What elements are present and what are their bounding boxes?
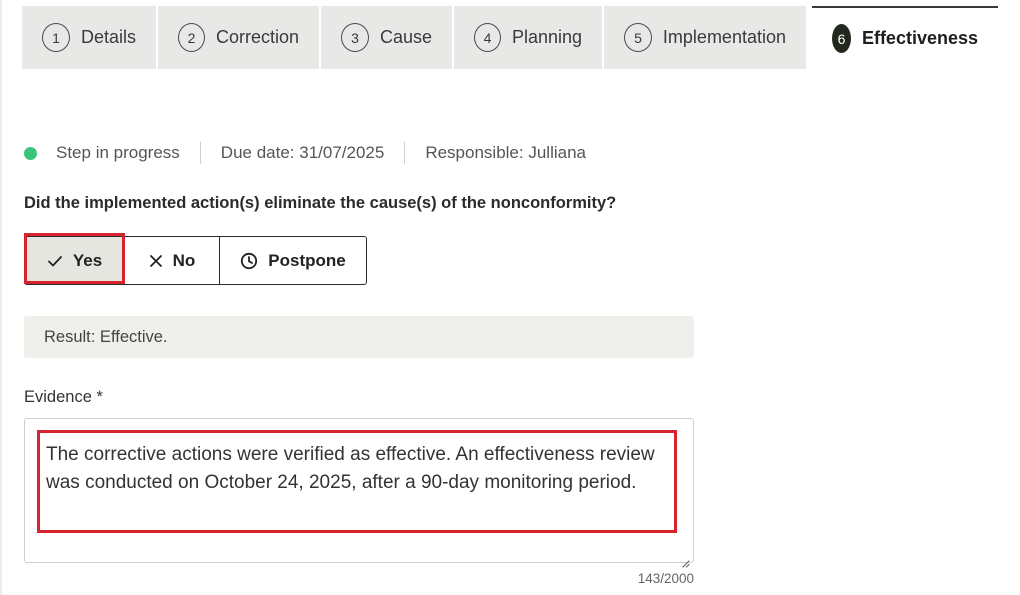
divider [199, 142, 201, 164]
step-label: Correction [215, 27, 299, 47]
step-label: Cause [379, 27, 432, 47]
evidence-label: Evidence * [24, 388, 103, 406]
yes-button[interactable]: Yes [24, 236, 125, 285]
resize-handle-icon[interactable] [680, 549, 690, 568]
tab-effectiveness[interactable]: 6 Effectiveness [812, 6, 998, 69]
step-label: Details [80, 27, 136, 47]
step-label: Planning [511, 27, 582, 47]
close-icon [149, 254, 163, 268]
step-number: 4 [474, 23, 501, 52]
step-number: 6 [832, 24, 851, 53]
result-text: Result: Effective. [44, 327, 168, 346]
tab-correction[interactable]: 2 Correction [158, 6, 319, 69]
step-number: 3 [341, 23, 369, 52]
responsible: Responsible: Julliana [425, 143, 586, 162]
character-counter: 143/2000 [637, 571, 694, 586]
postpone-button[interactable]: Postpone [219, 236, 367, 285]
status-dot-icon [24, 146, 37, 160]
due-date: Due date: 31/07/2025 [220, 143, 385, 162]
step-number: 1 [42, 23, 70, 52]
tab-planning[interactable]: 4 Planning [454, 6, 602, 69]
tab-cause[interactable]: 3 Cause [321, 6, 452, 69]
clock-icon [240, 252, 258, 270]
yes-label: Yes [72, 250, 103, 270]
result-banner: Result: Effective. [24, 316, 694, 358]
tab-implementation[interactable]: 5 Implementation [604, 6, 806, 69]
step-label: Effectiveness [861, 28, 978, 48]
effectiveness-page: 1 Details 2 Correction 3 Cause 4 Plannin… [0, 0, 1020, 595]
step-number: 5 [624, 23, 652, 52]
no-button[interactable]: No [124, 236, 220, 285]
evidence-text: The corrective actions were verified as … [46, 444, 655, 493]
divider [404, 142, 406, 164]
postpone-label: Postpone [268, 250, 346, 270]
no-label: No [172, 250, 196, 270]
evidence-textarea[interactable]: The corrective actions were verified as … [24, 418, 694, 568]
step-number: 2 [178, 23, 205, 52]
check-icon [47, 253, 63, 269]
step-label: Implementation [662, 27, 786, 47]
effectiveness-question: Did the implemented action(s) eliminate … [24, 194, 617, 212]
stepper: 1 Details 2 Correction 3 Cause 4 Plannin… [22, 6, 998, 69]
status-text: Step in progress [56, 143, 180, 162]
answer-button-group: Yes No Postpone [24, 236, 367, 285]
tab-details[interactable]: 1 Details [22, 6, 156, 69]
step-status-bar: Step in progress Due date: 31/07/2025 Re… [24, 142, 586, 164]
